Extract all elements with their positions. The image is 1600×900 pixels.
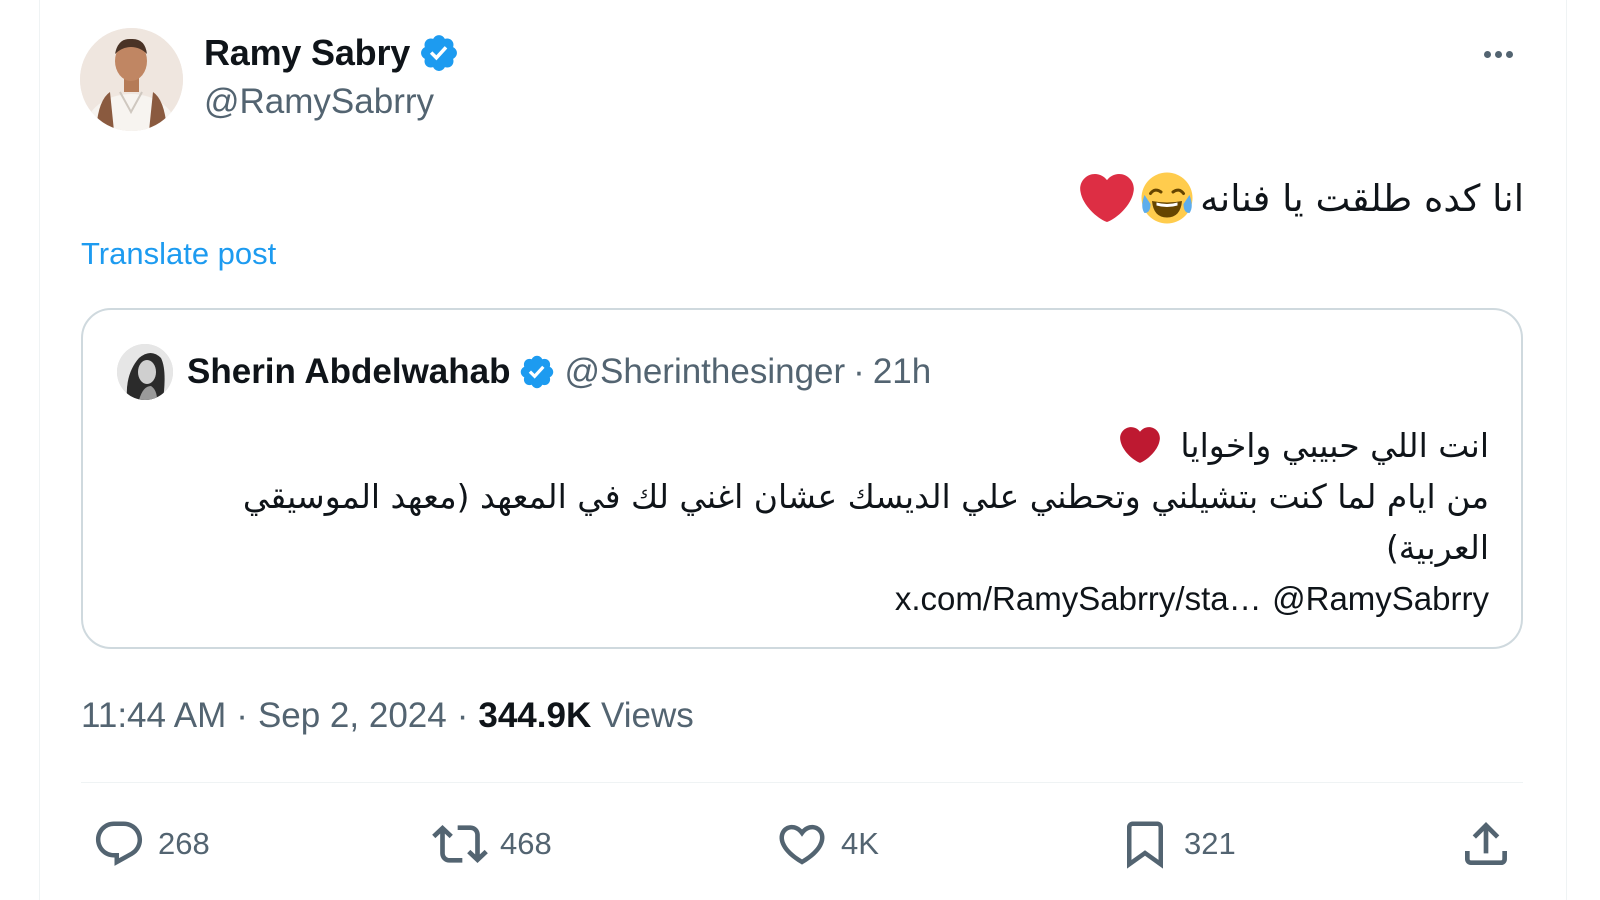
quoted-text-line-2: من ايام لما كنت بتشيلني وتحطني علي الديس… <box>242 477 1489 567</box>
heart-outline-icon <box>779 824 825 865</box>
bookmark-icon <box>1127 821 1163 869</box>
repost-button[interactable]: 468 <box>432 815 552 873</box>
repost-count: 468 <box>500 826 552 861</box>
tweet-text-content: انا كده طلقت يا فنانه <box>1200 176 1524 220</box>
meta-separator: · <box>456 696 469 735</box>
bookmark-count: 321 <box>1184 826 1236 861</box>
quoted-post-header: Sherin Abdelwahab @Sherinthesinger · 21h <box>187 350 931 394</box>
quoted-author-handle[interactable]: @Sherinthesinger <box>564 352 845 392</box>
meta-separator: · <box>236 696 248 735</box>
quoted-author-display-name[interactable]: Sherin Abdelwahab <box>187 352 510 392</box>
more-options-button[interactable] <box>1472 32 1524 76</box>
divider <box>81 782 1523 783</box>
reply-icon <box>95 821 143 866</box>
tweet-text: انا كده طلقت يا فنانه <box>1080 165 1524 231</box>
more-dot-icon <box>1483 50 1491 58</box>
quoted-author-avatar[interactable] <box>117 344 173 400</box>
red-heart-icon <box>1120 427 1160 463</box>
quoted-mention-link[interactable]: @RamySabrry <box>1272 580 1489 617</box>
post-meta: 11:44 AM · Sep 2, 2024 · 344.9K Views <box>81 692 694 740</box>
post-time[interactable]: 11:44 AM <box>81 696 226 736</box>
author-handle[interactable]: @RamySabrry <box>204 82 434 122</box>
share-button[interactable] <box>1458 815 1514 873</box>
quoted-url-link[interactable]: x.com/RamySabrry/sta… <box>895 580 1262 617</box>
share-icon <box>1465 822 1507 865</box>
verified-badge-icon[interactable] <box>518 353 556 391</box>
views-label: Views <box>600 696 694 735</box>
author-avatar[interactable] <box>80 28 183 131</box>
quoted-text-line: من ايام لما كنت بتشيلني وتحطني علي الديس… <box>199 471 1489 573</box>
quoted-post-card[interactable]: Sherin Abdelwahab @Sherinthesinger · 21h… <box>81 308 1523 649</box>
red-heart-icon <box>1080 173 1134 223</box>
more-dot-icon <box>1494 50 1502 58</box>
author-display-name[interactable]: Ramy Sabry <box>204 32 410 74</box>
quoted-text-line: @RamySabrry x.com/RamySabrry/sta… <box>199 573 1489 624</box>
face-with-tears-of-joy-icon <box>1141 172 1193 224</box>
bookmark-button[interactable]: 321 <box>1118 815 1236 873</box>
translate-post-link[interactable]: Translate post <box>81 236 276 272</box>
column-border-right <box>1566 0 1567 900</box>
like-count: 4K <box>841 826 879 861</box>
like-button[interactable]: 4K <box>775 815 879 873</box>
quoted-post-text: انت اللي حبيبي واخوايا من ايام لما كنت ب… <box>199 420 1489 624</box>
quoted-separator: · <box>853 352 865 391</box>
repost-icon <box>432 825 488 863</box>
quoted-author-avatar-image <box>117 344 173 400</box>
quoted-post-time[interactable]: 21h <box>873 352 931 392</box>
verified-badge-icon[interactable] <box>418 32 460 74</box>
views-count: 344.9K <box>478 696 592 735</box>
column-border-left <box>39 0 40 900</box>
author-name-row: Ramy Sabry <box>204 30 460 76</box>
author-avatar-image <box>80 28 183 131</box>
tweet-detail: Ramy Sabry @RamySabrry انا كده طلقت يا ف… <box>0 0 1600 900</box>
reply-count: 268 <box>158 826 210 861</box>
post-date[interactable]: Sep 2, 2024 <box>258 696 447 736</box>
more-dot-icon <box>1505 50 1513 58</box>
reply-button[interactable]: 268 <box>92 815 210 873</box>
quoted-text-line: انت اللي حبيبي واخوايا <box>199 420 1489 471</box>
quoted-text-line-1: انت اللي حبيبي واخوايا <box>1180 426 1489 465</box>
